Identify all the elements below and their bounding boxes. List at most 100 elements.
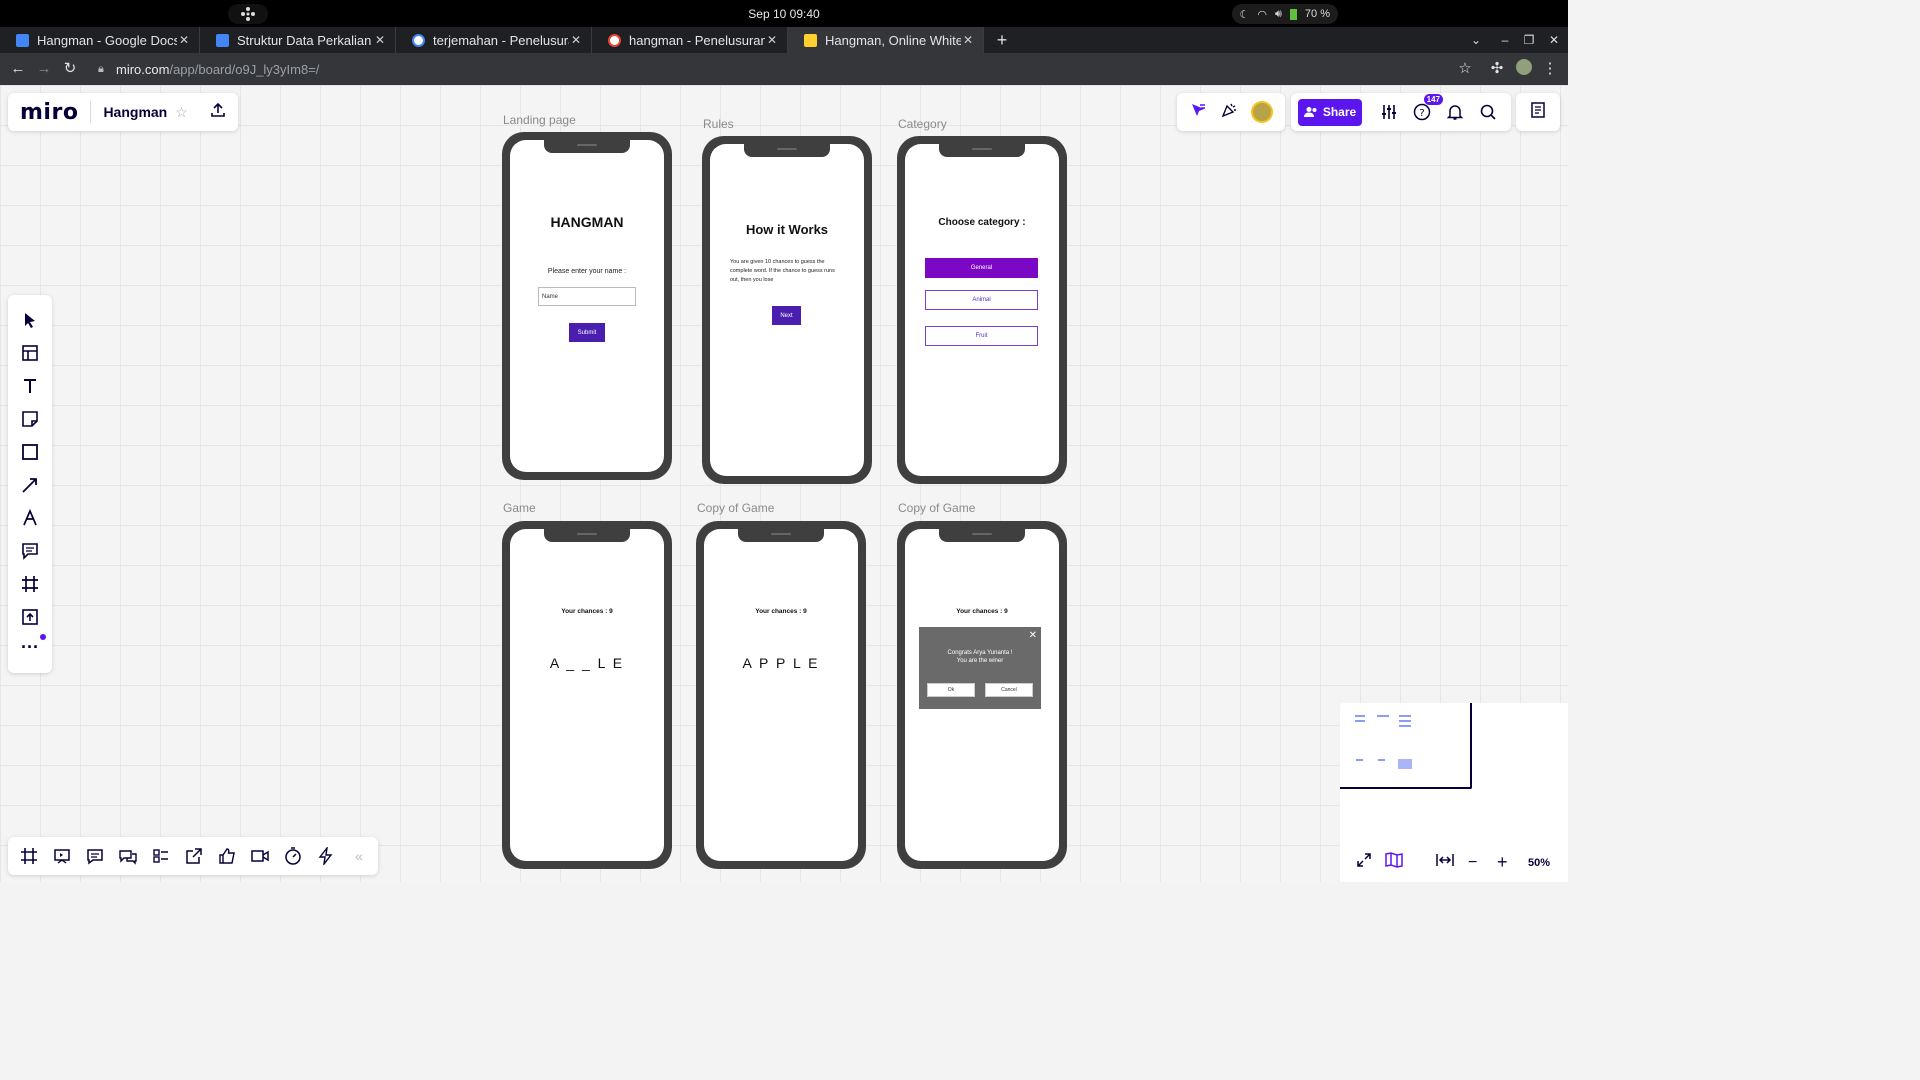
minimap-frame-shape (1355, 715, 1365, 717)
frame-label-rules[interactable]: Rules (703, 117, 734, 131)
frame-game[interactable]: Your chances : 9 A _ _ L E (502, 521, 672, 869)
frames-icon[interactable] (18, 845, 40, 867)
bookmark-star-icon[interactable]: ☆ (1455, 59, 1475, 79)
comments-panel-icon[interactable] (84, 845, 106, 867)
tab-miro[interactable]: Hangman, Online Whiteb ✕ (788, 27, 984, 53)
submit-button[interactable]: Submit (569, 323, 605, 342)
back-icon[interactable]: ← (8, 59, 28, 79)
settings-sliders-icon[interactable] (1376, 99, 1402, 125)
export-icon[interactable] (210, 102, 226, 123)
extensions-icon[interactable]: ✣ (1487, 59, 1507, 79)
zoom-in-button[interactable]: + (1497, 852, 1508, 873)
templates-icon[interactable] (18, 341, 42, 365)
reload-icon[interactable]: ↻ (60, 59, 80, 79)
pen-icon[interactable] (18, 506, 42, 530)
tab-struktur-data[interactable]: Struktur Data Perkalian 2 ✕ (200, 27, 396, 53)
cursor-filter-icon[interactable] (1189, 101, 1207, 124)
video-icon[interactable] (249, 845, 271, 867)
cancel-button[interactable]: Cancel (985, 683, 1033, 697)
frame-rules[interactable]: How it Works You are given 10 chances to… (702, 136, 872, 484)
help-icon[interactable]: ? 147 (1409, 94, 1443, 125)
frame-copy-of-game-win[interactable]: Your chances : 9 ✕ Congrats Arya Yunanta… (897, 521, 1067, 869)
frame-label-game[interactable]: Game (503, 501, 536, 515)
close-icon[interactable]: ✕ (177, 33, 191, 47)
frame-landing-page[interactable]: HANGMAN Please enter your name : Name Su… (502, 132, 672, 480)
lightning-icon[interactable] (315, 845, 337, 867)
phone-screen: Your chances : 9 ✕ Congrats Arya Yunanta… (905, 529, 1059, 861)
browser-menu-icon[interactable]: ⋮ (1540, 59, 1560, 79)
collapse-chevron-icon[interactable]: « (348, 845, 370, 867)
reactions-icon[interactable] (1220, 101, 1238, 124)
name-input[interactable]: Name (538, 287, 636, 306)
zoom-out-button[interactable]: − (1468, 854, 1477, 872)
star-icon[interactable]: ☆ (175, 104, 188, 121)
timer-icon[interactable] (282, 845, 304, 867)
miro-logo[interactable]: miro (20, 100, 78, 125)
category-option-general[interactable]: General (925, 258, 1038, 278)
select-cursor-icon[interactable] (18, 308, 42, 332)
frame-label-category[interactable]: Category (898, 117, 947, 131)
comment-icon[interactable] (18, 539, 42, 563)
next-button[interactable]: Next (772, 306, 801, 325)
win-message-line1: Congrats Arya Yunanta ! (947, 650, 1013, 656)
minimap-frame-shape (1399, 715, 1411, 717)
category-option-fruit[interactable]: Fruit (925, 326, 1038, 346)
tab-google-docs[interactable]: Hangman - Google Docs ✕ (0, 27, 200, 53)
share-button[interactable]: Share (1298, 98, 1362, 126)
close-icon[interactable]: ✕ (373, 33, 387, 47)
fullscreen-icon[interactable] (1356, 852, 1372, 873)
shape-tool-icon[interactable] (18, 440, 42, 464)
ok-button[interactable]: Ok (927, 683, 975, 697)
frame-category[interactable]: Choose category : General Animal Fruit (897, 136, 1067, 484)
new-tab-button[interactable]: + (992, 30, 1012, 50)
tab-terjemahan[interactable]: terjemahan - Penelusuran ✕ (396, 27, 592, 53)
frame-label-copy-of-game[interactable]: Copy of Game (898, 501, 975, 515)
close-icon[interactable]: ✕ (569, 33, 583, 47)
board-notes-icon[interactable] (1529, 101, 1547, 124)
tab-hangman-search[interactable]: hangman - Penelusuran G ✕ (592, 27, 788, 53)
board-name[interactable]: Hangman (103, 104, 167, 120)
upload-icon[interactable] (18, 605, 42, 629)
close-icon[interactable]: ✕ (961, 33, 975, 47)
zoom-level[interactable]: 50% (1528, 857, 1550, 869)
tab-title: Struktur Data Perkalian 2 (237, 32, 373, 48)
rules-body: You are given 10 chances to guess the co… (730, 259, 835, 283)
category-title: Choose category : (938, 217, 1026, 228)
phone-screen: Choose category : General Animal Fruit (905, 144, 1059, 476)
more-tools-icon[interactable]: ··· (18, 635, 42, 659)
frame-label-landing[interactable]: Landing page (503, 113, 576, 127)
sticky-note-icon[interactable] (18, 407, 42, 431)
chat-icon[interactable] (117, 845, 139, 867)
lock-icon[interactable]: 🔒︎ (98, 63, 112, 76)
text-tool-icon[interactable] (18, 374, 42, 398)
card-list-icon[interactable] (150, 845, 172, 867)
bell-icon[interactable] (1442, 99, 1468, 125)
map-icon[interactable] (1385, 852, 1403, 873)
fit-to-screen-icon[interactable] (1436, 853, 1454, 872)
frame-tool-icon[interactable] (18, 572, 42, 596)
profile-avatar[interactable] (1514, 59, 1534, 79)
thumbs-up-icon[interactable] (216, 845, 238, 867)
frame-label-copy-of-game[interactable]: Copy of Game (697, 501, 774, 515)
frame-copy-of-game[interactable]: Your chances : 9 A P P L E (696, 521, 866, 869)
night-light-icon: ☾ (1239, 8, 1250, 21)
system-tray[interactable]: ☾ ◠ 🔊︎ 70 % (1231, 4, 1338, 24)
address-bar[interactable]: 🔒︎ miro.com/app/board/o9J_ly3yIm8=/ (92, 57, 1492, 81)
minimap[interactable] (1340, 703, 1568, 843)
connection-line-icon[interactable] (18, 473, 42, 497)
minimize-icon[interactable]: – (1496, 31, 1514, 49)
user-avatar[interactable] (1250, 101, 1273, 123)
close-icon[interactable]: ✕ (1029, 630, 1037, 641)
restore-icon[interactable]: ❐ (1520, 31, 1538, 49)
board-canvas[interactable]: miro Hangman ☆ Share ? 147 ··· « − + 50%… (0, 85, 1568, 882)
present-icon[interactable] (51, 845, 73, 867)
close-icon[interactable]: ✕ (765, 33, 779, 47)
forward-icon[interactable]: → (34, 59, 54, 79)
tab-search-icon[interactable]: ⌄ (1467, 31, 1485, 49)
url-text[interactable]: miro.com/app/board/o9J_ly3yIm8=/ (116, 62, 319, 77)
search-icon[interactable] (1475, 99, 1501, 125)
share-screen-icon[interactable] (183, 845, 205, 867)
category-option-animal[interactable]: Animal (925, 290, 1038, 310)
notification-count-badge: 147 (1423, 94, 1443, 105)
window-close-icon[interactable]: ✕ (1545, 31, 1563, 49)
